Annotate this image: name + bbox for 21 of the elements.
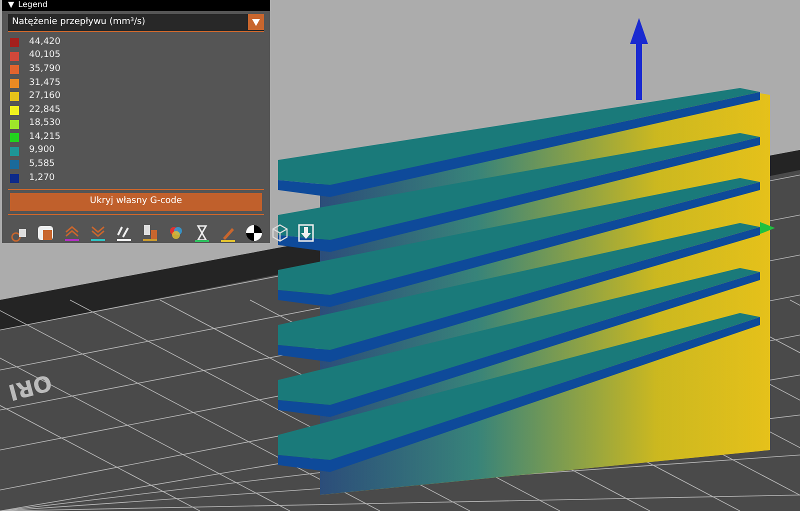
legend-value: 35,790 (29, 62, 60, 76)
hide-gcode-button[interactable]: Ukryj własny G-code (10, 193, 262, 211)
legend-value: 40,105 (29, 49, 60, 62)
view-type-dropdown[interactable]: Natężenie przepływu (mm³/s) (8, 14, 264, 32)
y-axis-arrow[interactable] (760, 222, 775, 234)
view-type-value: Natężenie przepływu (mm³/s) (11, 16, 146, 29)
hourglass-icon[interactable] (192, 223, 212, 243)
legend-value: 9,900 (29, 144, 55, 158)
legend-title: Legend (18, 0, 48, 10)
collapse-glyph[interactable]: ▼ (8, 0, 14, 10)
legend-value: 18,530 (29, 117, 60, 130)
z-axis-arrow[interactable] (630, 18, 648, 100)
legend-value: 44,420 (29, 36, 60, 49)
legend-value: 5,585 (29, 158, 55, 172)
legend-value: 1,270 (29, 172, 55, 185)
cube-icon[interactable] (270, 223, 290, 243)
legend-value: 31,475 (29, 76, 60, 90)
bed-label: ORI (4, 368, 56, 406)
legend-value: 27,160 (29, 90, 60, 104)
legend-value: 22,845 (29, 104, 60, 117)
legend-value: 14,215 (29, 130, 60, 144)
